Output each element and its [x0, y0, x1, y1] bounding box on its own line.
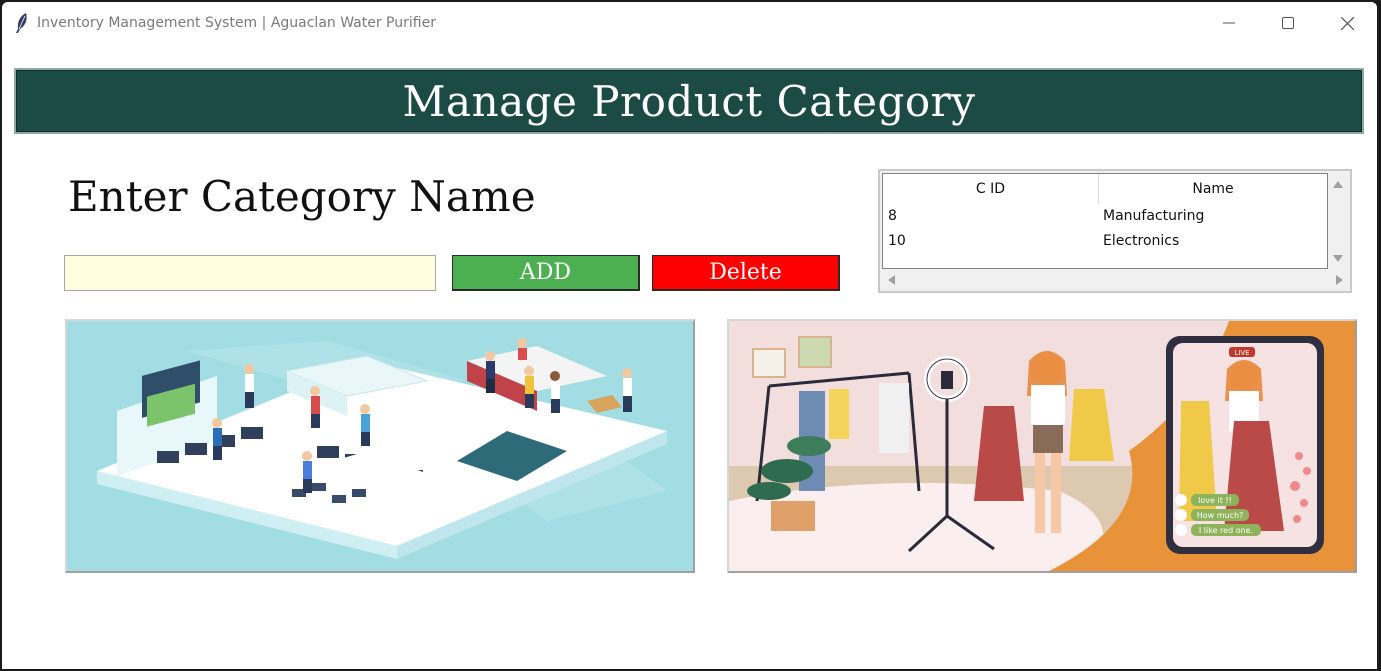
cell-name: Manufacturing	[1103, 208, 1205, 224]
comment-text: I like red one.	[1199, 526, 1253, 535]
app-window: Inventory Management System | Aguaclan W…	[2, 2, 1377, 669]
table-row[interactable]: 8 Manufacturing	[883, 205, 1327, 229]
title-bar[interactable]: Inventory Management System | Aguaclan W…	[2, 2, 1377, 44]
page-title: Manage Product Category	[402, 76, 976, 126]
electronics-store-illustration	[65, 319, 695, 573]
minimize-button[interactable]	[1200, 2, 1258, 44]
category-table-frame: C ID Name 8 Manufacturing 10 Electronics	[878, 169, 1352, 293]
page-header: Manage Product Category	[14, 68, 1364, 134]
cell-cid: 8	[888, 208, 897, 224]
vertical-scrollbar[interactable]	[1328, 173, 1348, 269]
minimize-icon	[1223, 22, 1235, 24]
table-row[interactable]: 10 Electronics	[883, 230, 1327, 254]
maximize-button[interactable]	[1259, 2, 1317, 44]
delete-button[interactable]: Delete	[652, 255, 840, 291]
cell-name: Electronics	[1103, 233, 1180, 249]
horizontal-scrollbar[interactable]	[882, 270, 1348, 290]
category-name-label: Enter Category Name	[68, 172, 536, 221]
table-header: C ID Name	[883, 174, 1327, 204]
feather-icon	[16, 13, 27, 33]
window-title: Inventory Management System | Aguaclan W…	[37, 15, 436, 31]
close-button[interactable]	[1318, 2, 1376, 44]
column-header-cid[interactable]: C ID	[883, 174, 1099, 204]
category-table[interactable]: C ID Name 8 Manufacturing 10 Electronics	[882, 173, 1328, 269]
comment-text: love it !!	[1198, 496, 1232, 505]
column-header-name[interactable]: Name	[1099, 174, 1327, 204]
close-icon	[1340, 16, 1354, 30]
cell-cid: 10	[888, 233, 906, 249]
live-badge-text: LIVE	[1234, 349, 1249, 357]
scroll-down-icon[interactable]	[1333, 255, 1343, 262]
comment-text: How much?	[1197, 511, 1244, 520]
maximize-icon	[1282, 17, 1294, 29]
scroll-up-icon[interactable]	[1333, 181, 1343, 188]
category-name-input[interactable]	[64, 255, 436, 291]
scroll-left-icon[interactable]	[888, 275, 895, 285]
add-button[interactable]: ADD	[452, 255, 640, 291]
live-shopping-illustration: LIVE love it !! How much? I like red one…	[727, 319, 1357, 573]
scroll-right-icon[interactable]	[1336, 275, 1343, 285]
